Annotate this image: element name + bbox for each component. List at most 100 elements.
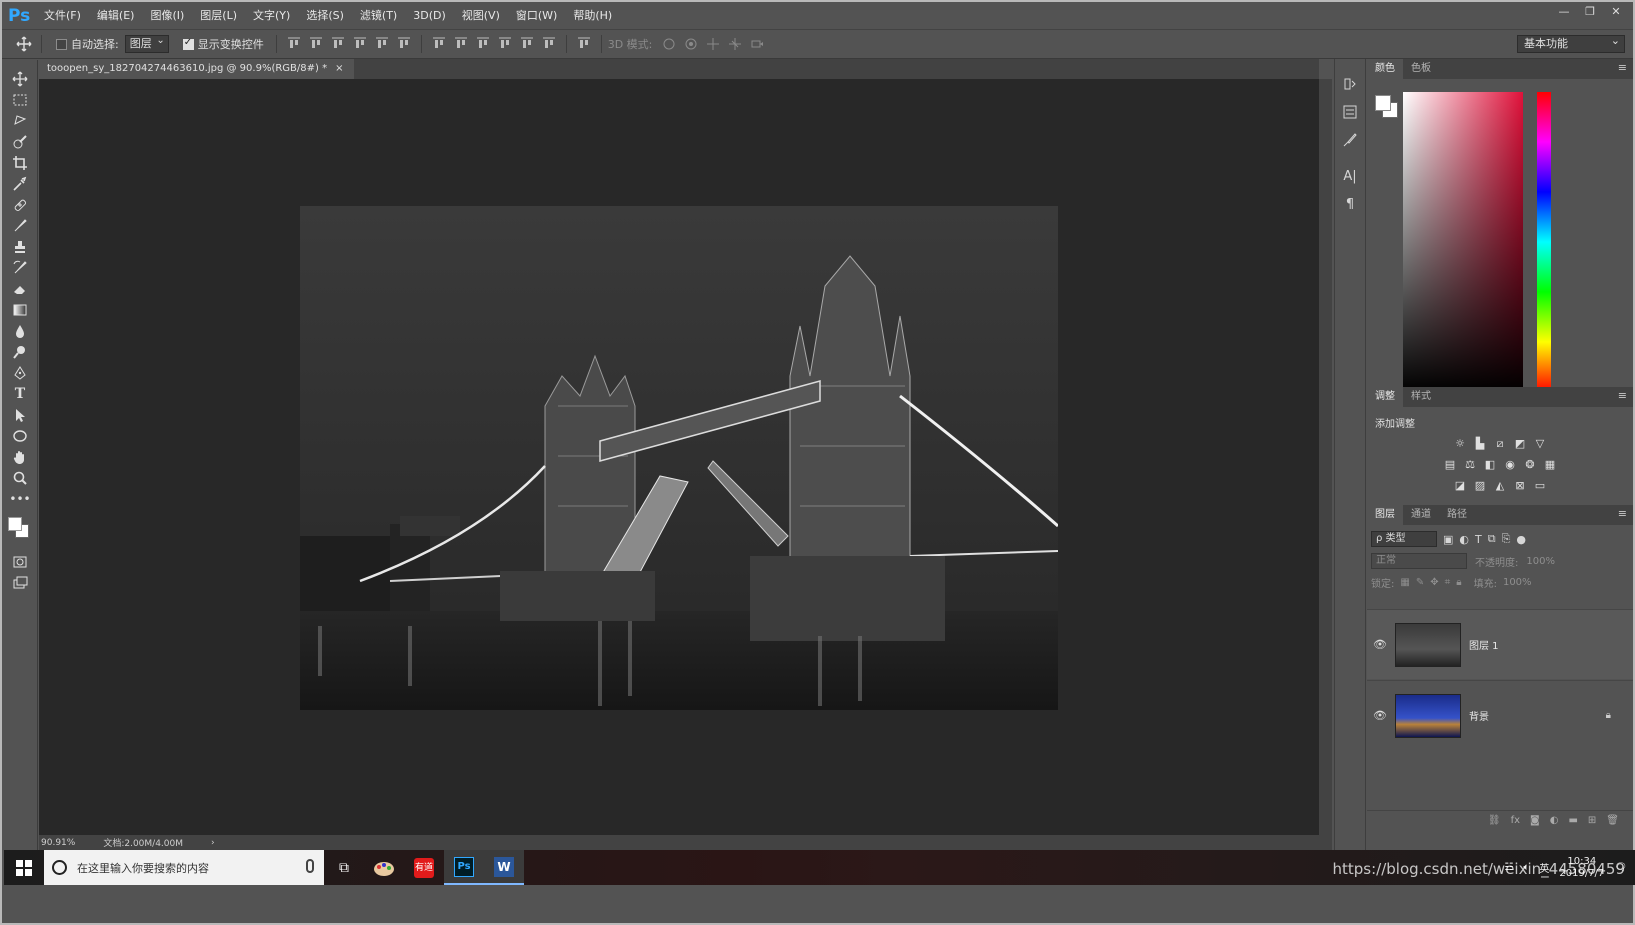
show-transform-checkbox[interactable]	[182, 37, 194, 50]
clone-stamp-tool-icon[interactable]	[7, 236, 33, 257]
align-right-icon[interactable]	[396, 35, 412, 51]
layer-row-1[interactable]: 👁︎ 图层 1	[1367, 609, 1633, 679]
gradient-map-icon[interactable]: ▭	[1533, 478, 1548, 493]
paint-app-icon[interactable]	[364, 850, 404, 885]
tab-layers[interactable]: 图层	[1367, 505, 1403, 525]
lock-all-icon[interactable]: 🔒︎	[1456, 577, 1461, 588]
screen-mode-icon[interactable]	[7, 572, 33, 593]
photo-filter-icon[interactable]: ◉	[1503, 457, 1518, 472]
more-tools-icon[interactable]: •••	[7, 488, 33, 509]
auto-align-icon[interactable]	[576, 35, 592, 51]
hue-saturation-icon[interactable]: ▤	[1443, 457, 1458, 472]
foreground-background-swatches[interactable]	[6, 515, 36, 545]
close-tab-icon[interactable]: ×	[335, 59, 343, 79]
3d-rotate-icon[interactable]	[661, 36, 677, 52]
zoom-level[interactable]: 90.91%	[41, 838, 75, 848]
brightness-contrast-icon[interactable]: ☼	[1453, 436, 1468, 451]
color-lookup-icon[interactable]: ▦	[1543, 457, 1558, 472]
align-top-icon[interactable]	[286, 35, 302, 51]
menu-file[interactable]: 文件(F)	[36, 2, 89, 29]
lock-position-icon[interactable]: ✥	[1430, 577, 1438, 588]
menu-view[interactable]: 视图(V)	[454, 2, 508, 29]
paragraph-panel-icon[interactable]: ¶	[1339, 193, 1361, 215]
align-left-icon[interactable]	[352, 35, 368, 51]
vertical-scrollbar[interactable]	[1319, 79, 1332, 850]
filter-adjustment-icon[interactable]: ◐	[1459, 533, 1469, 546]
document-image[interactable]	[300, 206, 1058, 710]
menu-help[interactable]: 帮助(H)	[565, 2, 620, 29]
color-foreground-swatch[interactable]	[1375, 95, 1391, 111]
distribute-right-icon[interactable]	[541, 35, 557, 51]
microphone-icon[interactable]	[306, 859, 314, 873]
tab-swatches[interactable]: 色板	[1403, 59, 1439, 79]
color-balance-icon[interactable]: ⚖	[1463, 457, 1478, 472]
distribute-bottom-icon[interactable]	[475, 35, 491, 51]
auto-select-checkbox[interactable]	[56, 38, 67, 50]
tab-paths[interactable]: 路径	[1439, 505, 1475, 525]
vibrance-icon[interactable]: ▽	[1533, 436, 1548, 451]
menu-type[interactable]: 文字(Y)	[245, 2, 298, 29]
brush-tool-icon[interactable]	[7, 215, 33, 236]
menu-layer[interactable]: 图层(L)	[192, 2, 245, 29]
lock-artboard-icon[interactable]: ⌗	[1445, 577, 1451, 588]
document-tab[interactable]: tooopen_sy_182704274463610.jpg @ 90.9%(R…	[39, 59, 354, 79]
filter-pixel-icon[interactable]: ▣	[1443, 533, 1453, 546]
document-size-info[interactable]: 文档:2.00M/4.00M	[103, 836, 183, 849]
filter-toggle-icon[interactable]: ●	[1516, 533, 1526, 546]
restore-icon[interactable]: ❐	[1577, 2, 1603, 22]
levels-icon[interactable]: ▙	[1473, 436, 1488, 451]
properties-panel-icon[interactable]	[1339, 101, 1361, 123]
tab-styles[interactable]: 样式	[1403, 387, 1439, 407]
new-adjustment-layer-icon[interactable]: ◐	[1550, 815, 1559, 826]
eraser-tool-icon[interactable]	[7, 278, 33, 299]
panel-menu-icon[interactable]: ≡	[1618, 507, 1627, 520]
invert-icon[interactable]: ◪	[1453, 478, 1468, 493]
distribute-left-icon[interactable]	[497, 35, 513, 51]
filter-shape-icon[interactable]: ⧉	[1488, 532, 1496, 546]
layer-name[interactable]: 图层 1	[1469, 637, 1499, 652]
3d-slide-icon[interactable]	[727, 36, 743, 52]
align-bottom-icon[interactable]	[330, 35, 346, 51]
task-view-icon[interactable]: ⧉	[324, 850, 364, 885]
layer-filter-dropdown[interactable]: ρ 类型	[1371, 531, 1437, 547]
blend-mode-dropdown[interactable]: 正常	[1371, 553, 1467, 569]
lock-pixels-icon[interactable]: ✎	[1416, 577, 1424, 588]
menu-edit[interactable]: 编辑(E)	[89, 2, 143, 29]
menu-3d[interactable]: 3D(D)	[405, 2, 454, 29]
hue-slider[interactable]	[1537, 92, 1551, 392]
menu-select[interactable]: 选择(S)	[298, 2, 352, 29]
windows-start-button[interactable]	[4, 850, 44, 885]
word-app-icon[interactable]: W	[484, 850, 524, 885]
type-tool-icon[interactable]: T	[7, 383, 33, 404]
menu-image[interactable]: 图像(I)	[142, 2, 192, 29]
tab-channels[interactable]: 通道	[1403, 505, 1439, 525]
zoom-tool-icon[interactable]	[7, 467, 33, 488]
3d-roll-icon[interactable]	[683, 36, 699, 52]
layer-style-icon[interactable]: fx	[1511, 815, 1520, 826]
gradient-tool-icon[interactable]	[7, 299, 33, 320]
eyedropper-tool-icon[interactable]	[7, 173, 33, 194]
canvas-area[interactable]	[39, 79, 1319, 835]
selective-color-icon[interactable]: ⊠	[1513, 478, 1528, 493]
tab-color[interactable]: 颜色	[1367, 59, 1403, 79]
foreground-color-swatch[interactable]	[8, 517, 22, 531]
curves-icon[interactable]: ⧄	[1493, 436, 1508, 451]
quick-mask-icon[interactable]	[7, 551, 33, 572]
3d-pan-icon[interactable]	[705, 36, 721, 52]
visibility-eye-icon[interactable]: 👁︎	[1367, 638, 1393, 651]
exposure-icon[interactable]: ◩	[1513, 436, 1528, 451]
panel-menu-icon[interactable]: ≡	[1618, 389, 1627, 402]
channel-mixer-icon[interactable]: ❂	[1523, 457, 1538, 472]
workspace-dropdown[interactable]: 基本功能	[1517, 33, 1625, 53]
align-hcenter-icon[interactable]	[374, 35, 390, 51]
status-more-arrow[interactable]: ›	[211, 838, 215, 848]
history-panel-icon[interactable]	[1339, 73, 1361, 95]
layer-row-2[interactable]: 👁︎ 背景 🔒︎	[1367, 680, 1633, 750]
delete-layer-icon[interactable]: 🗑︎	[1606, 815, 1619, 826]
opacity-value[interactable]: 100%	[1526, 556, 1555, 567]
layer-name[interactable]: 背景	[1469, 708, 1489, 723]
lasso-tool-icon[interactable]	[7, 110, 33, 131]
hand-tool-icon[interactable]	[7, 446, 33, 467]
saturation-picker[interactable]	[1403, 92, 1523, 392]
filter-smart-object-icon[interactable]: ⎘	[1502, 532, 1511, 546]
